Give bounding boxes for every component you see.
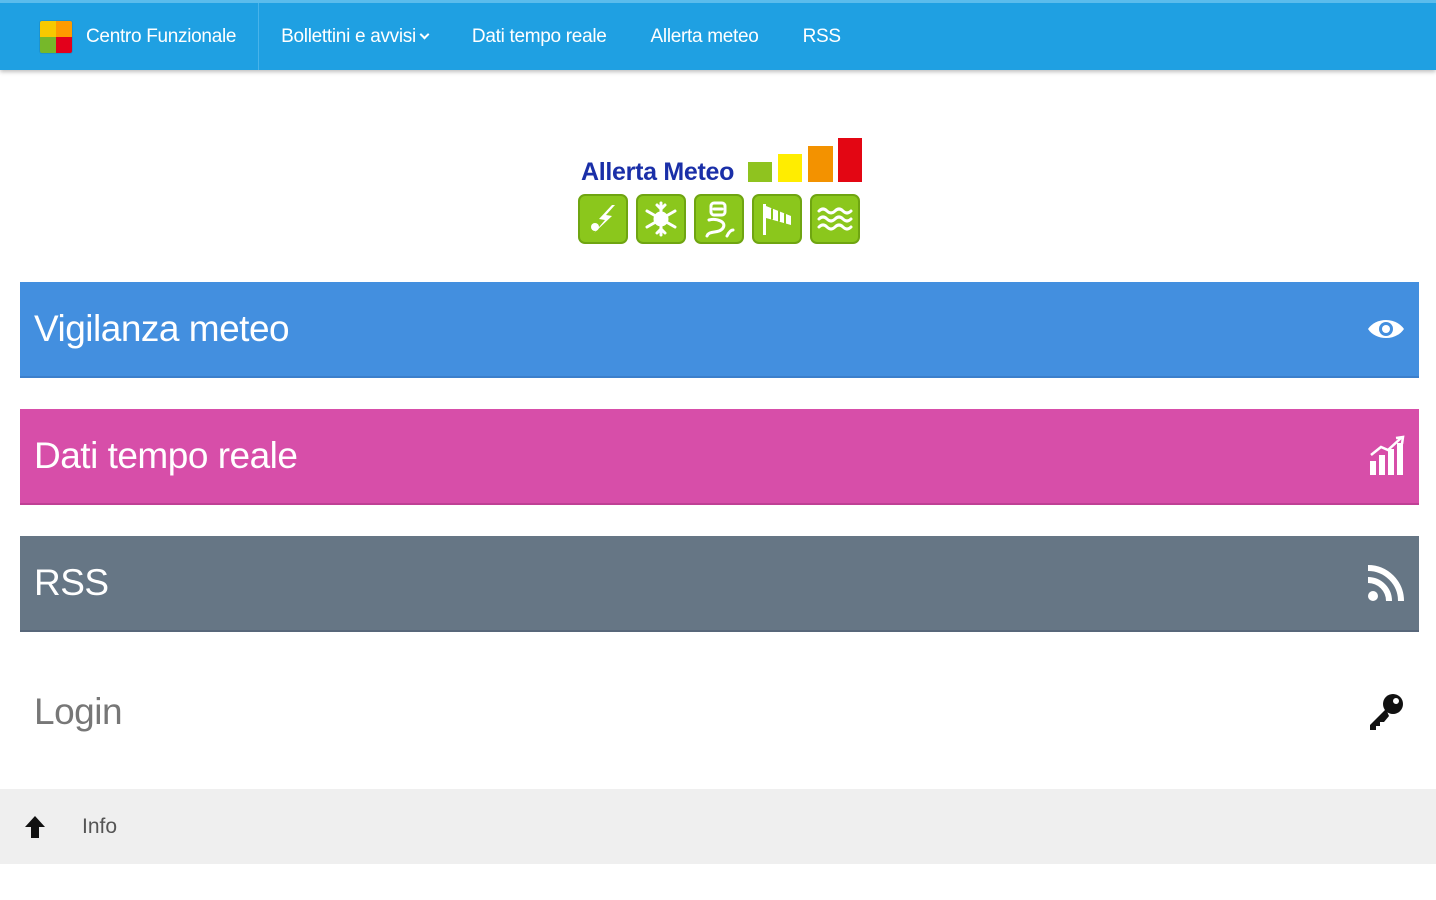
allerta-meteo-logo: Allerta Meteo xyxy=(578,136,868,248)
nav-item-label: Dati tempo reale xyxy=(471,25,607,47)
windsock-icon xyxy=(752,194,802,244)
thunderstorm-icon xyxy=(578,194,628,244)
nav-item-dati-tempo-reale[interactable]: Dati tempo reale xyxy=(450,3,629,70)
nav-item-bollettini[interactable]: Bollettini e avvisi xyxy=(259,3,450,70)
nav-item-label: Allerta meteo xyxy=(650,25,759,47)
nav-item-label: Bollettini e avvisi xyxy=(281,25,416,47)
waves-icon xyxy=(810,194,860,244)
dati-tempo-reale-tile[interactable]: Dati tempo reale xyxy=(20,409,1419,505)
login-tile[interactable]: Login xyxy=(20,664,1419,760)
nav-item-label: RSS xyxy=(802,25,841,47)
level-bar-yellow xyxy=(778,154,802,182)
tile-label: Login xyxy=(34,691,123,732)
rss-icon xyxy=(1366,563,1406,603)
arrow-up-icon[interactable] xyxy=(20,812,50,842)
logo-title: Allerta Meteo xyxy=(581,158,735,186)
brand-logo-icon xyxy=(40,20,72,53)
info-link[interactable]: Info xyxy=(82,815,117,839)
nav-item-allerta-meteo[interactable]: Allerta meteo xyxy=(629,3,781,70)
rss-tile[interactable]: RSS xyxy=(20,536,1419,632)
footer-bar: Info xyxy=(0,789,1436,864)
brand-label: Centro Funzionale xyxy=(86,25,237,47)
vigilanza-meteo-tile[interactable]: Vigilanza meteo xyxy=(20,282,1419,378)
level-bar-green xyxy=(748,162,772,182)
tile-label: Vigilanza meteo xyxy=(34,308,290,349)
bar-chart-icon xyxy=(1368,435,1406,477)
top-navbar: Centro Funzionale Bollettini e avvisi Da… xyxy=(0,0,1436,70)
chevron-down-icon xyxy=(419,29,430,40)
nav-item-rss[interactable]: RSS xyxy=(781,3,863,70)
level-bar-orange xyxy=(808,146,833,182)
landslide-icon xyxy=(694,194,744,244)
brand-link[interactable]: Centro Funzionale xyxy=(0,3,260,70)
key-icon xyxy=(1366,692,1406,732)
level-bar-red xyxy=(838,138,862,182)
eye-icon xyxy=(1366,315,1406,343)
snowflake-icon xyxy=(636,194,686,244)
tile-label: Dati tempo reale xyxy=(34,435,298,476)
tile-label: RSS xyxy=(34,562,109,603)
